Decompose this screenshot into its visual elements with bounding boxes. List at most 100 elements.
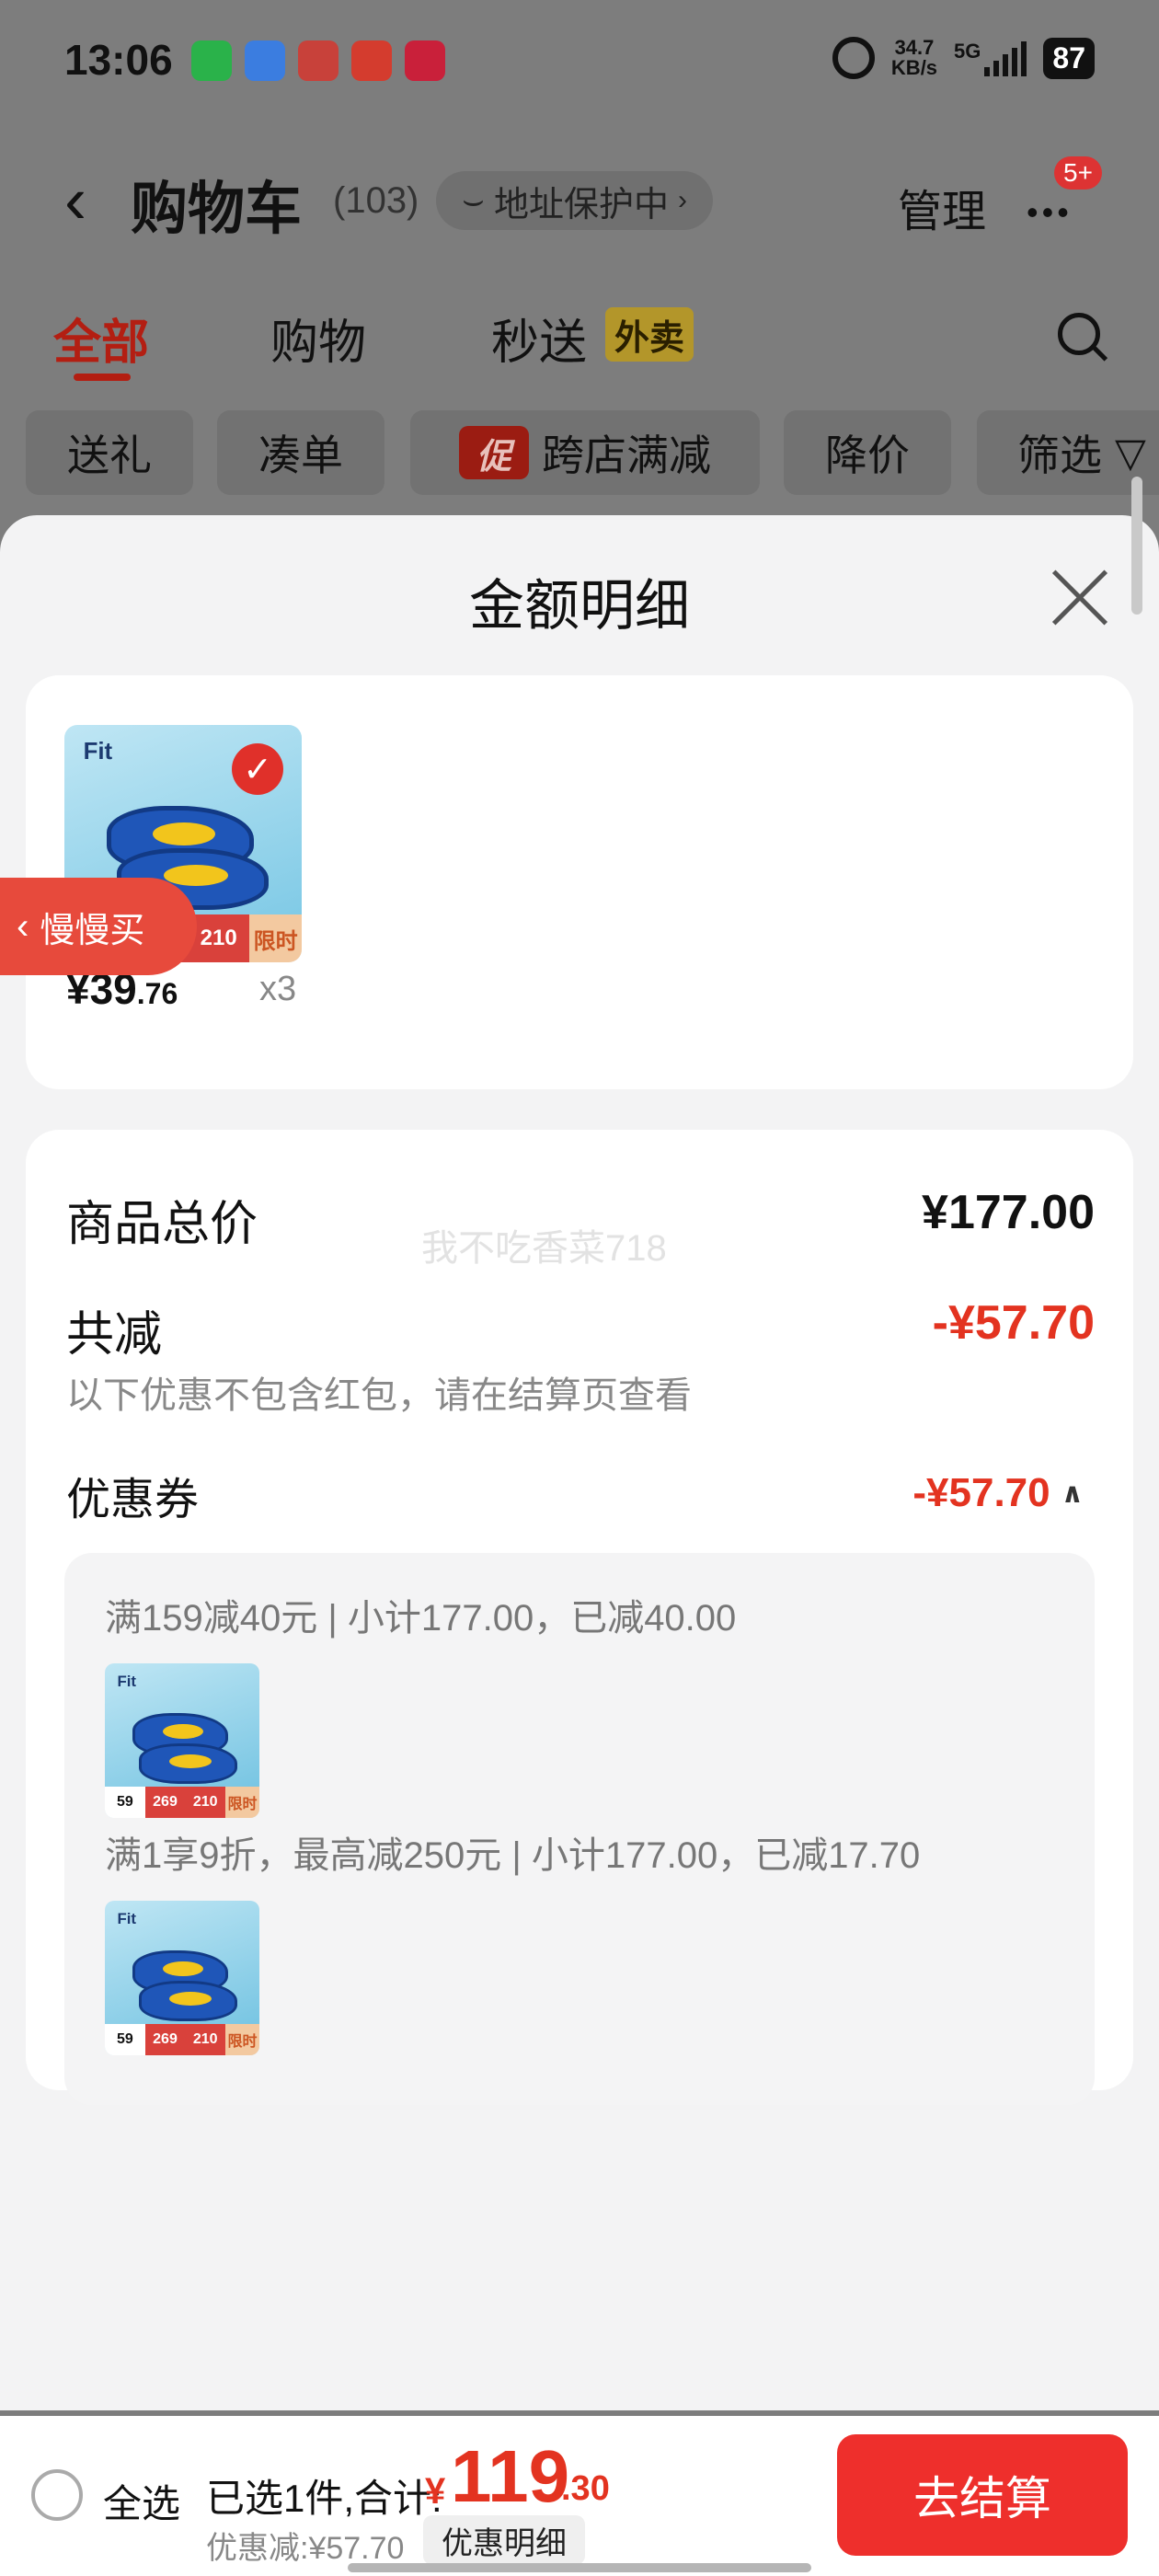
- cart-tabs: 全部 购物 秒送 外卖: [0, 304, 1159, 386]
- back-icon[interactable]: ‹: [64, 167, 86, 234]
- status-right: 34.7 KB/s 5G 87: [832, 37, 1095, 79]
- chip-label: 凑单: [258, 431, 343, 479]
- chip-gift[interactable]: 送礼: [26, 410, 193, 495]
- chip-label: 送礼: [67, 431, 152, 479]
- total-amount-int: 119: [451, 2435, 570, 2517]
- chevron-up-icon: ∧: [1061, 1478, 1084, 1509]
- amount-detail-sheet: 金额明细 Fit 59 269 210 限时 ✓ ¥39.76 x3 我不吃香菜…: [0, 477, 1159, 2410]
- page-title: 购物车: [131, 178, 303, 241]
- net-speed-value: 34.7: [894, 36, 935, 59]
- coupon-toggle[interactable]: -¥57.70 ∧: [912, 1470, 1084, 1516]
- product-card: Fit 59 269 210 限时 ✓ ¥39.76 x3: [26, 675, 1133, 1089]
- total-amount-dec: .30: [561, 2469, 610, 2508]
- address-protect-pill[interactable]: ⌣ 地址保护中 ›: [436, 171, 714, 230]
- takeout-tag: 外卖: [605, 307, 694, 362]
- status-bar: 13:06 34.7 KB/s 5G 87: [0, 0, 1159, 120]
- thumb-price: 限时: [225, 1787, 259, 1818]
- cart-count: (103): [333, 180, 419, 221]
- discount-amount: 优惠减:¥57.70: [206, 2531, 405, 2566]
- signal-icon: [984, 40, 1027, 76]
- alarm-icon: [832, 37, 875, 79]
- tmall-icon: [405, 40, 445, 81]
- coupon-item: 满159减40元 | 小计177.00，已减40.00: [105, 1598, 737, 1639]
- thumb-price: 269: [144, 1787, 186, 1818]
- promo-tag-icon: 促: [459, 426, 529, 479]
- coupon-product-image: Fit 59 269 210 限时: [105, 1663, 259, 1818]
- tab-instant[interactable]: 秒送: [491, 304, 587, 373]
- chip-cross-store[interactable]: 促 跨店满减: [410, 410, 760, 495]
- close-icon[interactable]: [1050, 569, 1109, 627]
- filter-icon: ▽: [1115, 430, 1146, 476]
- network-type: 5G: [954, 40, 981, 63]
- chip-combine[interactable]: 凑单: [217, 410, 384, 495]
- coupon-value: -¥57.70: [912, 1470, 1050, 1515]
- notification-icons: [191, 40, 445, 81]
- more-icon[interactable]: •••: [1027, 193, 1073, 232]
- chip-price-drop[interactable]: 降价: [784, 410, 951, 495]
- coupon-label: 优惠券: [66, 1476, 200, 1524]
- thumb-price: 59: [105, 1787, 145, 1818]
- shopping-app-icon: [298, 40, 339, 81]
- chevron-left-icon: ‹: [17, 905, 29, 947]
- brand-logo: Fit: [117, 1673, 136, 1691]
- thumb-price: 269: [144, 2024, 186, 2055]
- battery-indicator: 87: [1043, 37, 1095, 79]
- address-protect-label: 地址保护中: [494, 185, 670, 224]
- signal: 5G: [954, 40, 1027, 76]
- sheet-title: 金额明细: [469, 575, 690, 637]
- checkout-bar: 全选 已选1件,合计: ¥ 119 .30 优惠减:¥57.70 优惠明细 去结…: [0, 2416, 1159, 2576]
- shield-smile-icon: ⌣: [462, 180, 486, 220]
- thumb-price: 限时: [225, 2024, 259, 2055]
- reduce-value: -¥57.70: [932, 1296, 1095, 1350]
- brand-logo: Fit: [83, 739, 113, 765]
- net-speed-unit: KB/s: [890, 56, 938, 79]
- total-value: ¥177.00: [922, 1186, 1095, 1239]
- manage-button[interactable]: 管理: [898, 175, 986, 239]
- chip-label: 筛选: [1017, 431, 1102, 479]
- net-speed: 34.7 KB/s: [891, 38, 937, 78]
- total-currency: ¥: [425, 2471, 446, 2512]
- selected-check-icon[interactable]: ✓: [232, 743, 283, 795]
- shoe-image: [138, 1981, 238, 2022]
- thumb-price: 210: [188, 914, 250, 962]
- select-all-label[interactable]: 全选: [103, 2473, 180, 2529]
- price-decimal: .76: [136, 977, 178, 1010]
- product-quantity: x3: [259, 970, 297, 1008]
- slow-buy-label: 慢慢买: [40, 911, 145, 950]
- message-badge: 5+: [1054, 156, 1102, 190]
- wechat-icon: [191, 40, 232, 81]
- status-time: 13:06: [64, 36, 173, 84]
- tab-shopping[interactable]: 购物: [270, 304, 366, 373]
- filter-chips: 送礼 凑单 促 跨店满减 降价 筛选 ▽: [0, 410, 1159, 495]
- chip-label: 降价: [825, 431, 910, 479]
- coupon-item: 满1享9折，最高减250元 | 小计177.00，已减17.70: [105, 1835, 921, 1876]
- coupon-list: 满159减40元 | 小计177.00，已减40.00 Fit 59 269 2…: [64, 1553, 1095, 2105]
- thumb-price: 210: [185, 1787, 226, 1818]
- thumb-price: 限时: [249, 914, 302, 962]
- tab-underline: [74, 374, 131, 381]
- watermark: 我不吃香菜718: [421, 1228, 667, 1269]
- coupon-product-image: Fit 59 269 210 限时: [105, 1901, 259, 2055]
- discount-detail-button[interactable]: 优惠明细: [423, 2515, 585, 2565]
- price-detail-card: 我不吃香菜718 商品总价 ¥177.00 共减 -¥57.70 以下优惠不包含…: [26, 1130, 1133, 2105]
- shoe-image: [138, 1743, 238, 1785]
- search-icon[interactable]: [1058, 313, 1100, 355]
- slow-buy-side-tab[interactable]: ‹ 慢慢买: [0, 878, 197, 975]
- thumb-price-strip: 59 269 210 限时: [105, 2024, 259, 2055]
- message-icon: [245, 40, 285, 81]
- brand-logo: Fit: [117, 1910, 136, 1928]
- chevron-right-icon: ›: [678, 185, 688, 215]
- checkout-button[interactable]: 去结算: [837, 2434, 1128, 2556]
- thumb-price: 210: [185, 2024, 226, 2055]
- home-indicator[interactable]: [348, 2563, 811, 2572]
- select-all-radio[interactable]: [31, 2469, 83, 2521]
- reduce-note: 以下优惠不包含红包，请在结算页查看: [66, 1375, 692, 1416]
- thumb-price: 59: [105, 2024, 145, 2055]
- chip-label: 跨店满减: [542, 431, 711, 479]
- tab-all[interactable]: 全部: [53, 304, 149, 373]
- thumb-price-strip: 59 269 210 限时: [105, 1787, 259, 1818]
- nav-bar: ‹ 购物车 (103) ⌣ 地址保护中 › 管理 ••• 5+: [0, 147, 1159, 258]
- selected-summary: 已选1件,合计:: [206, 2477, 442, 2520]
- total-label: 商品总价: [66, 1198, 258, 1251]
- slow-buy-app-icon: [351, 40, 392, 81]
